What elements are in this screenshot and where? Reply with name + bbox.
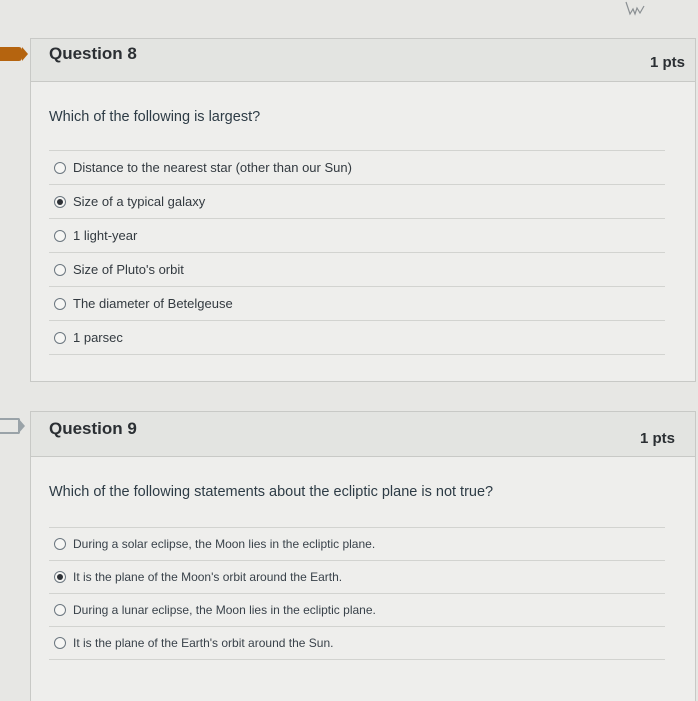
- radio-button[interactable]: [54, 604, 66, 616]
- flag-question-8-icon[interactable]: [0, 47, 28, 61]
- answer-label: 1 light-year: [73, 228, 138, 243]
- hand-cursor-icon: [625, 1, 645, 16]
- radio-button[interactable]: [54, 331, 66, 344]
- question-prompt: Which of the following statements about …: [49, 484, 494, 500]
- radio-button-selected[interactable]: [54, 195, 66, 208]
- radio-button[interactable]: [54, 263, 66, 276]
- answer-option[interactable]: 1 parsec: [49, 320, 665, 355]
- answer-option[interactable]: The diameter of Betelgeuse: [49, 286, 665, 320]
- answer-label: During a solar eclipse, the Moon lies in…: [73, 537, 376, 551]
- answer-label: It is the plane of the Moon's orbit arou…: [73, 570, 343, 584]
- answer-label: Size of a typical galaxy: [73, 194, 206, 209]
- answer-label: During a lunar eclipse, the Moon lies in…: [73, 603, 376, 617]
- answer-label: The diameter of Betelgeuse: [73, 296, 233, 311]
- radio-button[interactable]: [54, 538, 66, 550]
- radio-button[interactable]: [54, 229, 66, 242]
- radio-button[interactable]: [54, 161, 66, 174]
- answer-label: Distance to the nearest star (other than…: [73, 160, 352, 175]
- flag-question-9-icon[interactable]: [0, 418, 25, 434]
- question-header: Question 9 1 pts: [31, 412, 695, 457]
- answer-list: During a solar eclipse, the Moon lies in…: [49, 527, 665, 660]
- question-header: Question 8 1 pts: [31, 39, 695, 82]
- answer-option[interactable]: Size of Pluto's orbit: [49, 252, 665, 286]
- question-points: 1 pts: [649, 54, 685, 71]
- question-points: 1 pts: [639, 430, 675, 447]
- answer-label: It is the plane of the Earth's orbit aro…: [73, 636, 334, 650]
- answer-option[interactable]: 1 light-year: [49, 218, 665, 252]
- answer-label: 1 parsec: [73, 330, 123, 345]
- question-8-card: Question 8 1 pts Which of the following …: [30, 38, 696, 382]
- question-prompt: Which of the following is largest?: [49, 109, 261, 125]
- radio-button[interactable]: [54, 297, 66, 310]
- radio-button[interactable]: [54, 637, 66, 649]
- answer-option[interactable]: During a lunar eclipse, the Moon lies in…: [49, 593, 665, 626]
- radio-button-selected[interactable]: [54, 571, 66, 583]
- question-title: Question 9: [49, 419, 137, 438]
- answer-option[interactable]: It is the plane of the Moon's orbit arou…: [49, 560, 665, 593]
- answer-option[interactable]: It is the plane of the Earth's orbit aro…: [49, 626, 665, 660]
- answer-label: Size of Pluto's orbit: [73, 262, 184, 277]
- answer-option[interactable]: Size of a typical galaxy: [49, 184, 665, 218]
- answer-list: Distance to the nearest star (other than…: [49, 150, 665, 355]
- answer-option[interactable]: Distance to the nearest star (other than…: [49, 150, 665, 184]
- answer-option[interactable]: During a solar eclipse, the Moon lies in…: [49, 527, 665, 560]
- question-9-card: Question 9 1 pts Which of the following …: [30, 411, 696, 701]
- question-title: Question 8: [49, 44, 137, 63]
